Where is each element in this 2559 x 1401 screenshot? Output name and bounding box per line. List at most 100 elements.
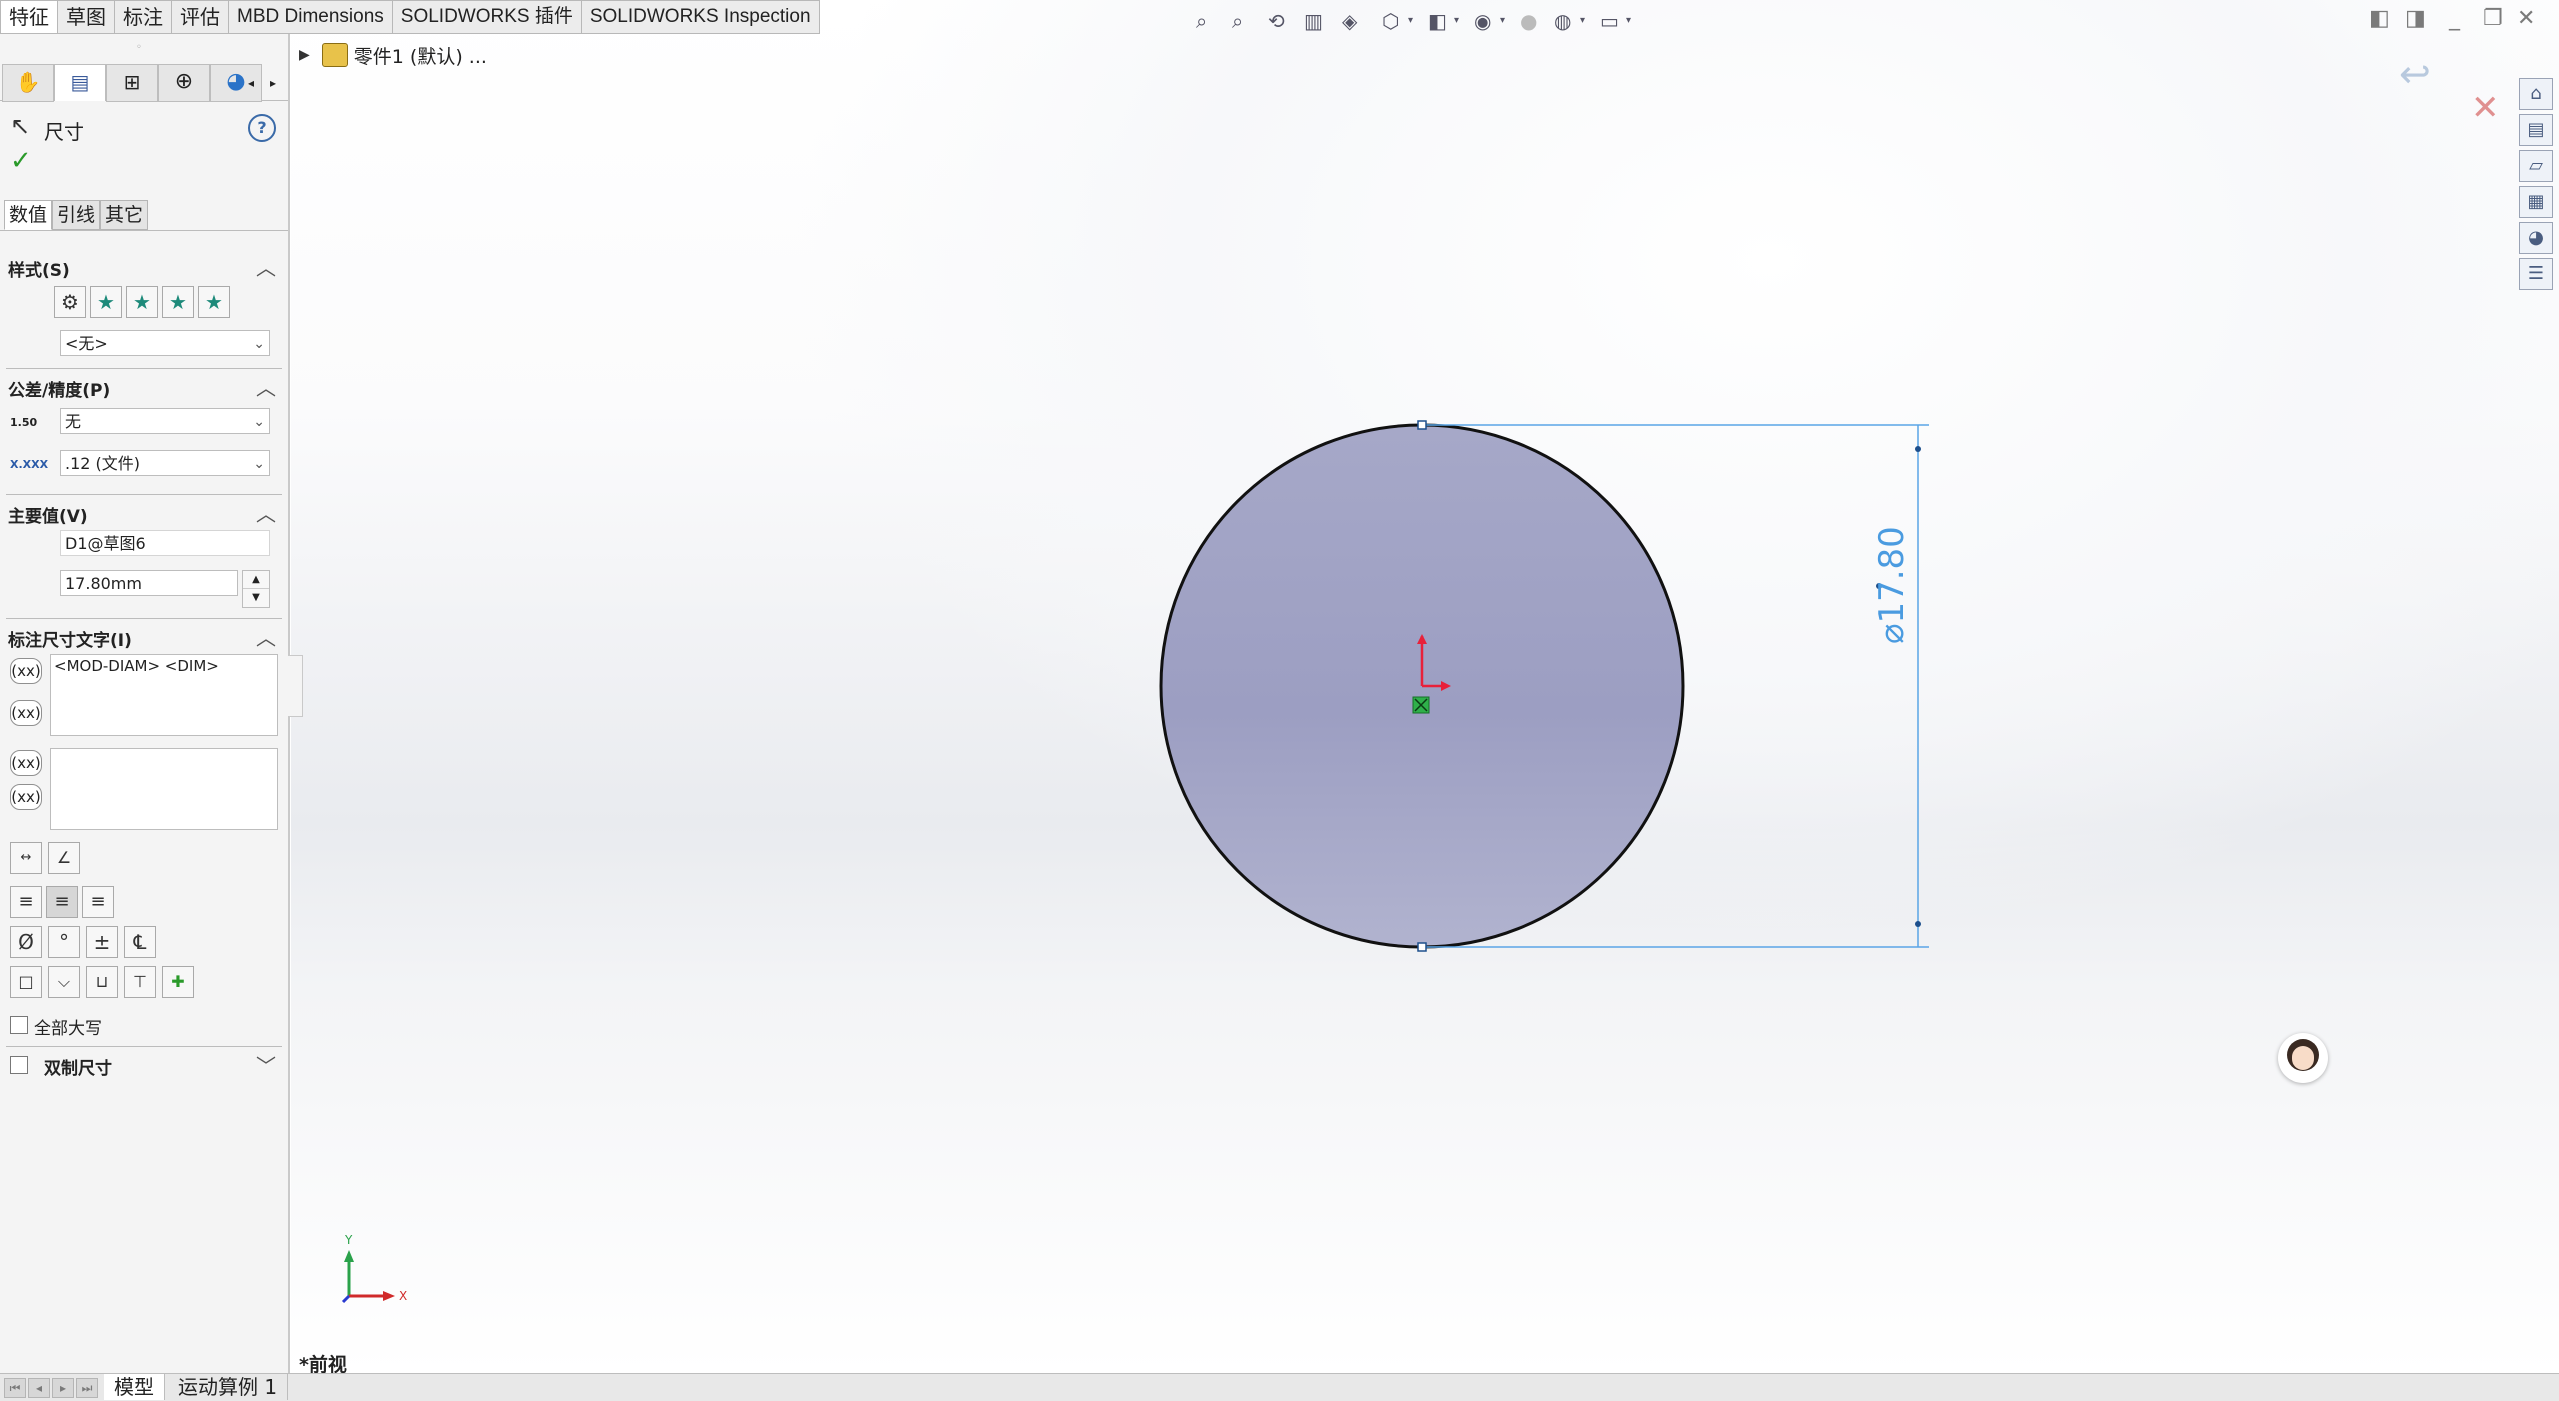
ok-check-icon[interactable]: ✓ (10, 146, 32, 176)
save-style-icon[interactable]: ★ (162, 286, 194, 318)
help-icon[interactable]: ? (248, 114, 276, 142)
tab-markup[interactable]: 标注 (115, 0, 172, 34)
tab-leaders[interactable]: 引线 (52, 200, 101, 230)
appearances-icon[interactable]: ◕ (2519, 222, 2553, 254)
add-style-icon[interactable]: ★ (90, 286, 122, 318)
precision-icon: X.XXX (10, 458, 49, 471)
chevron-down-icon[interactable]: ﹀ (256, 1050, 276, 1079)
load-style-icon[interactable]: ★ (198, 286, 230, 318)
angled-text-icon[interactable]: ∠ (48, 842, 80, 874)
chevron-up-icon[interactable]: ︿ (256, 498, 276, 527)
avatar-face-icon (2292, 1046, 2314, 1070)
chevron-down-icon: ⌄ (253, 456, 265, 472)
dimension-text-box-secondary[interactable] (50, 748, 278, 830)
tolerance-section-header[interactable]: 公差/精度(P) (8, 376, 110, 401)
circle-top-point[interactable] (1417, 420, 1427, 430)
tab-scroll-right-icon[interactable]: ▸ (270, 76, 276, 90)
tab-evaluate[interactable]: 评估 (172, 0, 229, 34)
style-select-value: <无> (65, 334, 108, 353)
propertymanager-tab[interactable]: ▤ (54, 64, 106, 101)
depth-symbol-icon[interactable]: ⊤ (124, 966, 156, 998)
add-parentheses-button[interactable]: (xx) (10, 658, 42, 684)
precision-select[interactable]: .12 (文件) ⌄ (60, 450, 270, 476)
horizontal-justify-icon[interactable]: ↔ (10, 842, 42, 874)
dimension-name-field[interactable]: D1@草图6 (60, 530, 270, 556)
chevron-down-icon: ⌄ (253, 414, 265, 430)
centerline-symbol-button[interactable]: ℄ (124, 926, 156, 958)
dimension-value-field[interactable]: 17.80mm (60, 570, 238, 596)
chevron-up-icon[interactable]: ︿ (256, 372, 276, 401)
file-explorer-icon[interactable]: ▱ (2519, 150, 2553, 182)
circle-bottom-point[interactable] (1417, 942, 1427, 952)
triad-z-axis (341, 1294, 351, 1304)
last-tab-icon[interactable]: ⏭ (76, 1378, 98, 1398)
countersink-symbol-icon[interactable]: ⌵ (48, 966, 80, 998)
align-left-icon[interactable]: ≡ (10, 886, 42, 918)
plusminus-symbol-button[interactable]: ± (86, 926, 118, 958)
manager-tabs: ✋ ▤ ⊞ ⊕ ◕ ◂ ▸ (0, 64, 288, 102)
all-caps-checkbox[interactable] (10, 1016, 28, 1034)
panel-splitter[interactable] (288, 655, 303, 717)
degree-symbol-button[interactable]: ° (48, 926, 80, 958)
prev-tab-icon[interactable]: ◂ (28, 1378, 50, 1398)
tab-model[interactable]: 模型 (104, 1374, 165, 1400)
model-view: ⌀17.80 Y X (341, 420, 1929, 1304)
design-library-icon[interactable]: ▤ (2519, 114, 2553, 146)
counterbore-symbol-icon[interactable]: ⊔ (86, 966, 118, 998)
primary-value-section-header[interactable]: 主要值(V) (8, 502, 88, 527)
inspection-dimension-button[interactable]: (xx) (10, 784, 42, 810)
dimension-text-box-main[interactable]: <MOD-DIAM> <DIM> (50, 654, 278, 736)
featuremanager-tab[interactable]: ✋ (2, 64, 54, 102)
tab-mbd-dimensions[interactable]: MBD Dimensions (229, 0, 393, 34)
chevron-up-icon[interactable]: ︿ (256, 252, 276, 281)
tab-solidworks-inspection[interactable]: SOLIDWORKS Inspection (581, 0, 820, 34)
offset-text-button[interactable]: (xx) (10, 750, 42, 776)
all-caps-label: 全部大写 (34, 1019, 102, 1039)
ribbon-tabs: 特征 草图 标注 评估 MBD Dimensions SOLIDWORKS 插件… (0, 0, 820, 34)
view-palette-icon[interactable]: ▦ (2519, 186, 2553, 218)
custom-properties-icon[interactable]: ☰ (2519, 258, 2553, 290)
property-manager: ◦ ✋ ▤ ⊞ ⊕ ◕ ◂ ▸ ↖ 尺寸 ? ✓ 数值 引线 其它 样式(S) … (0, 34, 290, 1373)
center-dimension-button[interactable]: (xx) (10, 700, 42, 726)
tolerance-type-icon: 1.50 (10, 416, 38, 429)
display-manager-tab[interactable]: ◕ (210, 64, 262, 102)
delete-style-icon[interactable]: ★ (126, 286, 158, 318)
tab-value[interactable]: 数值 (4, 200, 53, 230)
panel-title: 尺寸 (44, 120, 84, 144)
dimension-value-text[interactable]: ⌀17.80 (1872, 526, 1912, 644)
next-tab-icon[interactable]: ▸ (52, 1378, 74, 1398)
panel-grip[interactable]: ◦ (136, 42, 142, 53)
tab-scroll-left-icon[interactable]: ◂ (248, 76, 254, 90)
style-select[interactable]: <无> ⌄ (60, 330, 270, 356)
align-center-icon[interactable]: ≡ (46, 886, 78, 918)
chevron-up-icon[interactable]: ︿ (256, 622, 276, 651)
graphics-area[interactable]: ▶ 零件1 (默认) ... ⌕ ⌕ ⟲ ▥ ◈ ⬡ ▾ ◧ ▾ ◉ ▾ ● ◍… (291, 0, 2559, 1376)
tab-features[interactable]: 特征 (0, 0, 58, 34)
diameter-symbol-button[interactable]: Ø (10, 926, 42, 958)
tab-solidworks-addins[interactable]: SOLIDWORKS 插件 (392, 0, 582, 34)
dual-dimension-checkbox[interactable] (10, 1056, 28, 1074)
precision-value: .12 (文件) (65, 454, 141, 473)
apply-default-style-icon[interactable]: ⚙ (54, 286, 86, 318)
dimension-text-section-header[interactable]: 标注尺寸文字(I) (8, 626, 132, 651)
solidworks-resources-icon[interactable]: ⌂ (2519, 78, 2553, 110)
spin-up-icon[interactable]: ▲ (243, 571, 269, 589)
tab-sketch[interactable]: 草图 (58, 0, 115, 34)
arrow-dot-top[interactable] (1915, 446, 1921, 452)
tab-other[interactable]: 其它 (100, 200, 149, 230)
configurationmanager-tab[interactable]: ⊞ (106, 64, 158, 102)
value-spinner[interactable]: ▲ ▼ (242, 570, 270, 608)
tolerance-type-select[interactable]: 无 ⌄ (60, 408, 270, 434)
align-right-icon[interactable]: ≡ (82, 886, 114, 918)
dimension-icon: ↖ (10, 112, 31, 140)
spin-down-icon[interactable]: ▼ (243, 589, 269, 606)
style-section-header[interactable]: 样式(S) (8, 256, 70, 281)
first-tab-icon[interactable]: ⏮ (4, 1378, 26, 1398)
dual-dimension-label[interactable]: 双制尺寸 (44, 1054, 112, 1079)
dimxpert-tab[interactable]: ⊕ (158, 64, 210, 102)
arrow-dot-bottom[interactable] (1915, 921, 1921, 927)
assistant-avatar[interactable] (2278, 1033, 2328, 1083)
square-symbol-icon[interactable]: □ (10, 966, 42, 998)
more-symbols-icon[interactable]: ✚ (162, 966, 194, 998)
tab-motion-study-1[interactable]: 运动算例 1 (168, 1374, 289, 1400)
